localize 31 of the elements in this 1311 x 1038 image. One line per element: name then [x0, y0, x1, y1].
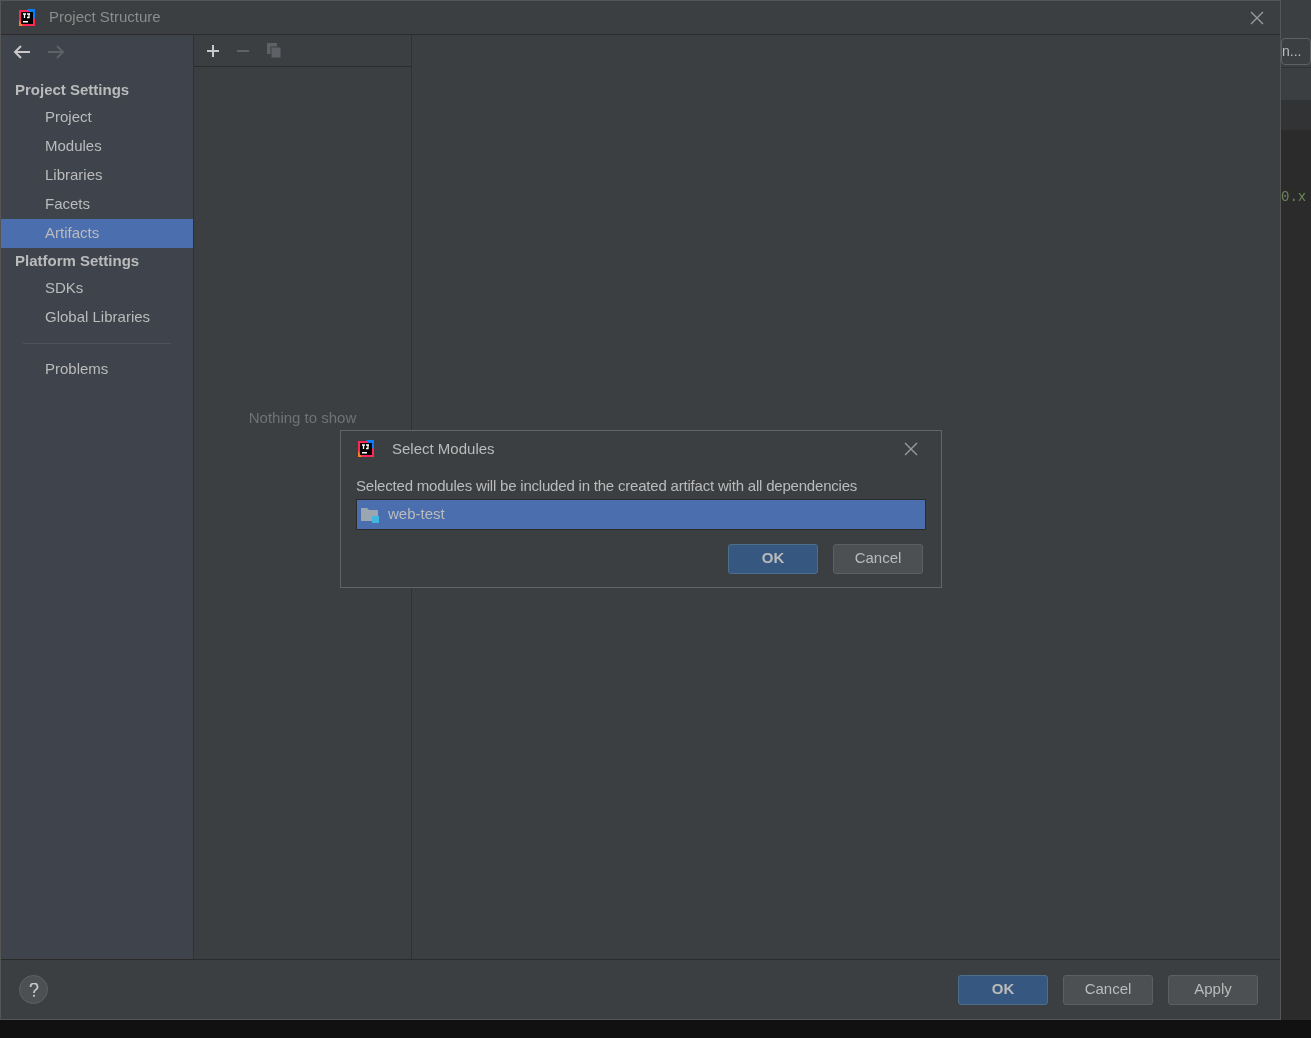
back-arrow-icon[interactable]	[13, 45, 31, 59]
add-icon[interactable]	[206, 43, 220, 58]
sidebar-item[interactable]: Facets	[1, 190, 193, 219]
ok-button[interactable]: OK	[958, 974, 1048, 1005]
dialog-button[interactable]: Cancel	[833, 543, 923, 574]
toolbar-button[interactable]: n...	[1281, 37, 1311, 65]
app-logo-icon	[356, 439, 376, 459]
module-row[interactable]: web-test	[357, 499, 925, 529]
help-button[interactable]	[19, 975, 48, 1004]
module-name: web-test	[388, 503, 445, 524]
module-folder-icon	[361, 505, 380, 523]
sidebar-item[interactable]: Project	[1, 103, 193, 132]
sidebar-item[interactable]: Libraries	[1, 161, 193, 190]
code-text: 0.x	[1281, 189, 1307, 205]
dialog-message: Selected modules will be included in the created artifact with all dependencies	[356, 476, 859, 496]
dialog-button[interactable]: Cancel	[1063, 974, 1153, 1005]
app-logo-icon	[17, 7, 37, 28]
dialog-button[interactable]: Apply	[1168, 974, 1258, 1005]
question-mark-icon	[28, 982, 39, 997]
sidebar-item[interactable]: Global Libraries	[1, 303, 193, 332]
sidebar-item[interactable]: Modules	[1, 132, 193, 161]
dialog-title: Select Modules	[392, 438, 495, 459]
section-header: Project Settings	[14, 79, 131, 100]
ok-button[interactable]: OK	[728, 543, 818, 574]
section-header: Platform Settings	[14, 250, 141, 271]
sidebar-item[interactable]: SDKs	[1, 274, 193, 303]
sidebar-item[interactable]: Problems	[1, 355, 193, 384]
close-icon[interactable]	[904, 442, 918, 456]
window-title: Project Structure	[49, 7, 161, 28]
sidebar-item[interactable]: Artifacts	[1, 219, 193, 248]
close-icon[interactable]	[1250, 10, 1264, 25]
